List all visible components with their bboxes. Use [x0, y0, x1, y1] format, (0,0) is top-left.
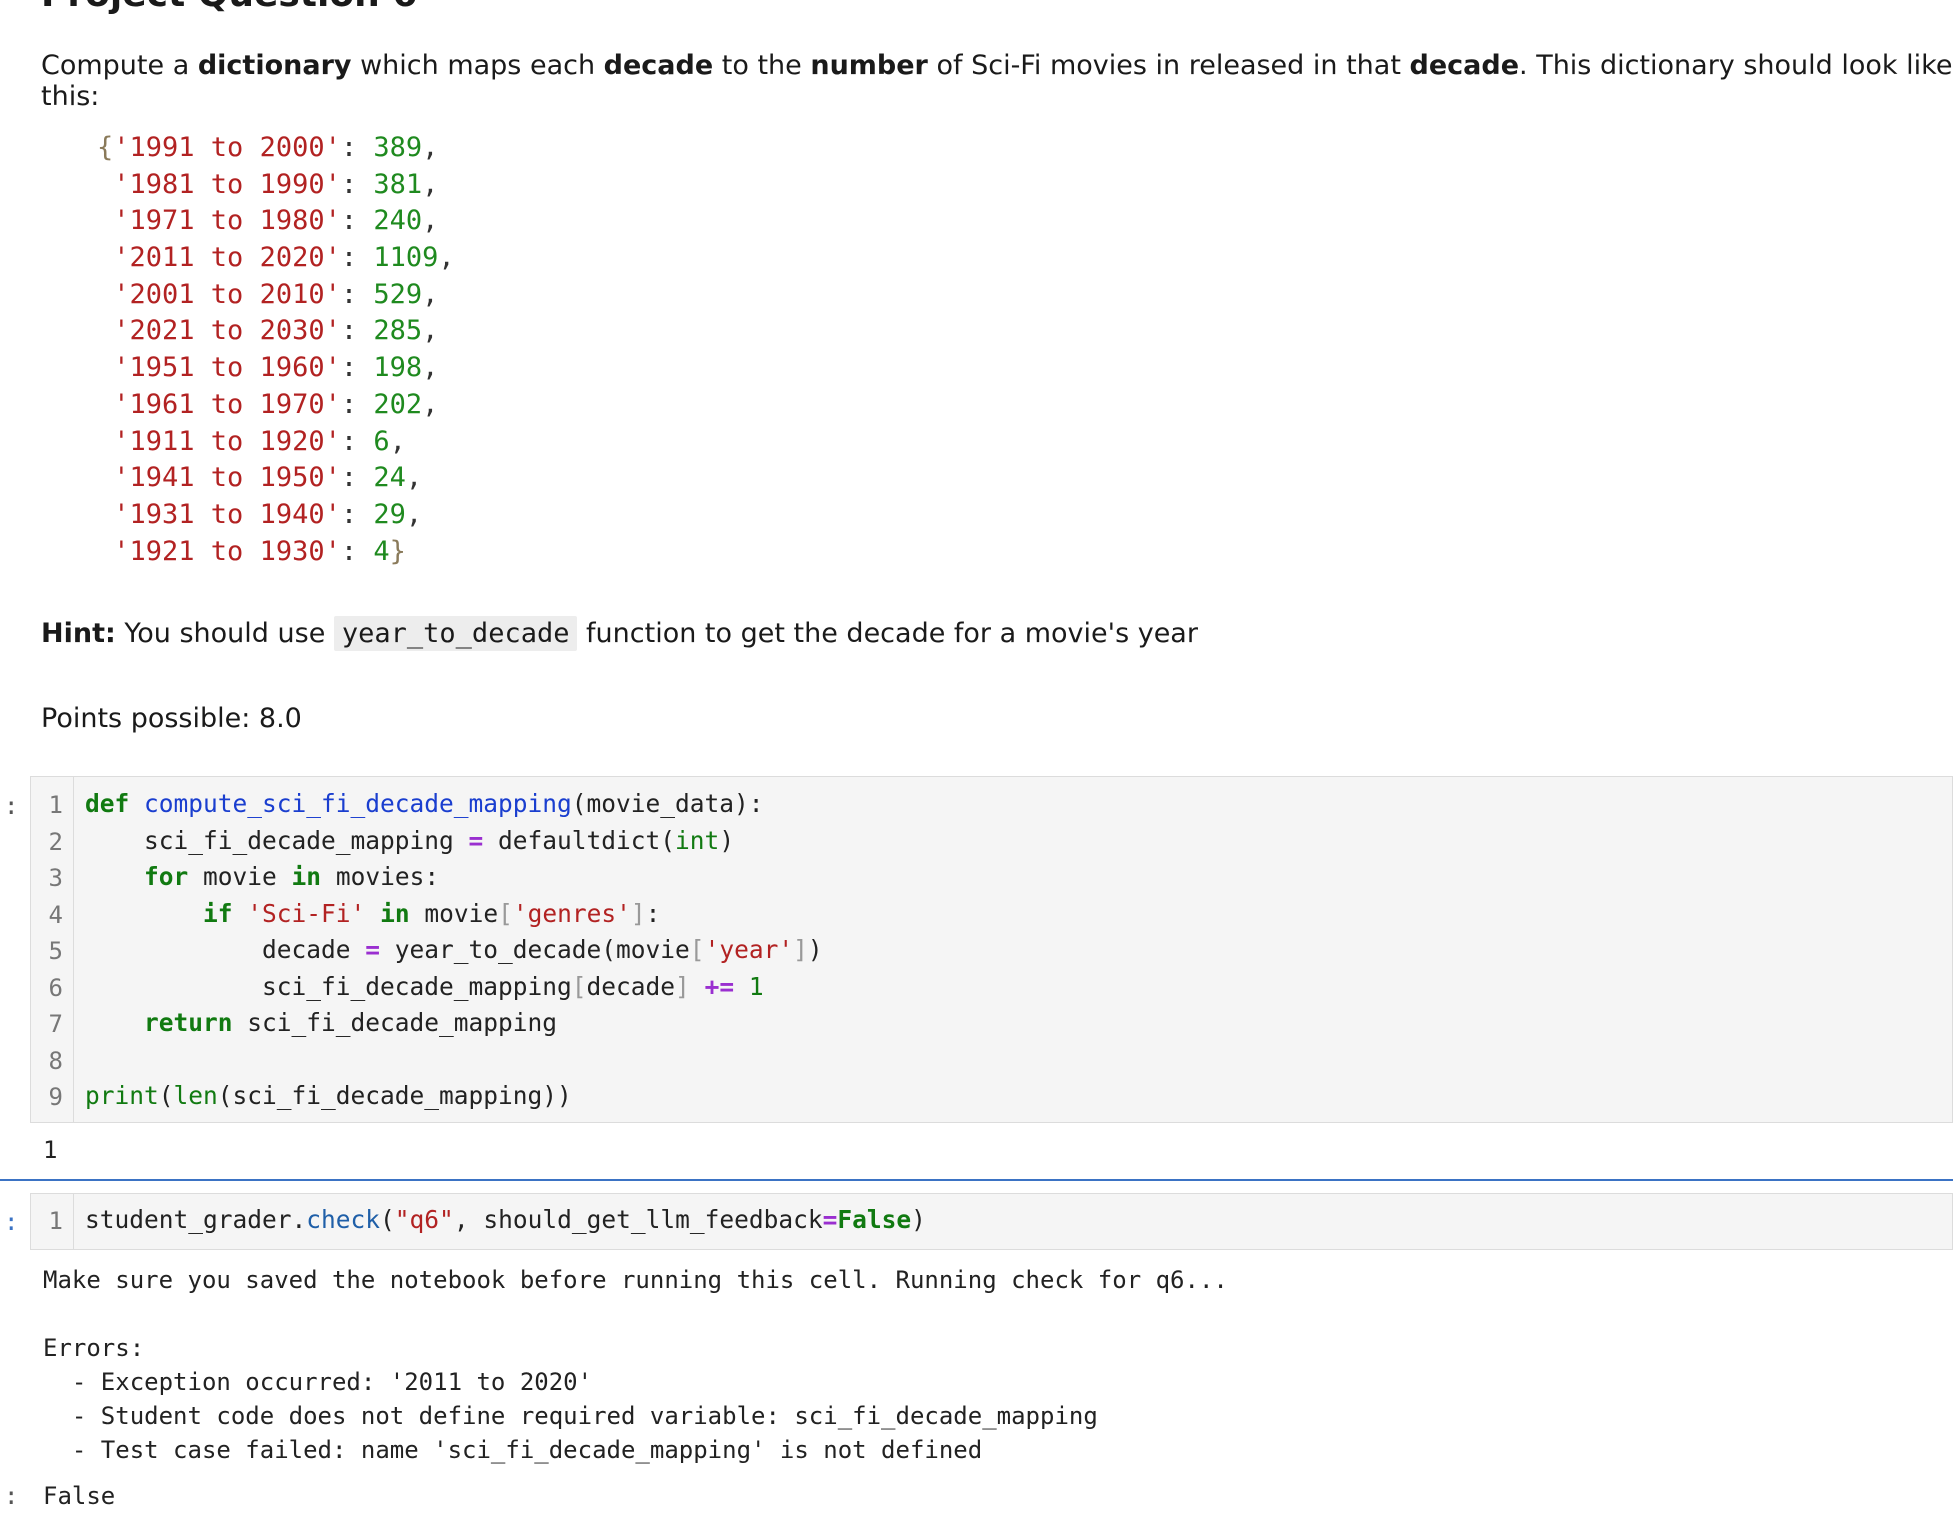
dict-key: '1971 to 1980': [113, 205, 341, 237]
dict-value: 24: [373, 462, 406, 494]
code-line[interactable]: student_grader.check("q6", should_get_ll…: [85, 1205, 926, 1234]
section-title: Project Question 6: [41, 0, 417, 15]
code-line[interactable]: sci_fi_decade_mapping = defaultdict(int): [85, 826, 734, 855]
dict-entry: '1951 to 1960': 198,: [113, 352, 439, 384]
check-output: Make sure you saved the notebook before …: [43, 1266, 1228, 1294]
line-number: 3: [48, 864, 63, 892]
line-number: 8: [48, 1046, 63, 1075]
dict-key: '2011 to 2020': [113, 242, 341, 274]
code-line[interactable]: sci_fi_decade_mapping[decade] += 1: [85, 972, 764, 1001]
line-number: 5: [48, 937, 63, 965]
check-output: - Exception occurred: '2011 to 2020': [43, 1368, 593, 1396]
dict-key: '1911 to 1920': [113, 425, 341, 457]
dict-key: '1961 to 1970': [113, 388, 341, 420]
line-number: 6: [48, 973, 63, 1002]
code-line[interactable]: if 'Sci-Fi' in movie['genres']:: [85, 899, 660, 928]
code-line[interactable]: for movie in movies:: [85, 862, 439, 891]
code-line[interactable]: decade = year_to_decade(movie['year']): [85, 935, 823, 964]
check-output: Errors:: [43, 1334, 145, 1362]
dict-value: 285: [373, 315, 423, 347]
check-output: - Test case failed: name 'sci_fi_decade_…: [43, 1436, 983, 1464]
dict-entry: '2021 to 2030': 285,: [113, 315, 439, 347]
dict-entry: '2001 to 2010': 529,: [113, 278, 439, 310]
dict-entry: '1941 to 1950': 24,: [113, 462, 423, 494]
question-description: Compute a dictionary which maps each dec…: [41, 50, 1953, 112]
example-dictionary: {'1991 to 2000': 389, '1981 to 1990': 38…: [97, 130, 455, 570]
dict-key: '1921 to 1930': [113, 535, 341, 567]
dict-key: '2001 to 2010': [113, 278, 341, 310]
selected-cell-border: [0, 1179, 1953, 1181]
dict-entry: '1961 to 1970': 202,: [113, 388, 439, 420]
dict-entry: '1971 to 1980': 240,: [113, 205, 439, 237]
code-line[interactable]: return sci_fi_decade_mapping: [85, 1008, 557, 1037]
line-number: 9: [48, 1083, 63, 1111]
line-number: 1: [48, 791, 63, 819]
dict-value: 198: [373, 352, 423, 384]
line-number-gutter: 1: [31, 1194, 74, 1249]
cell-prompt: :: [4, 792, 19, 820]
line-number: 7: [48, 1010, 63, 1038]
dict-value: 1109: [373, 242, 439, 274]
result-value: False: [43, 1482, 116, 1510]
dict-entry: '1931 to 1940': 29,: [113, 498, 423, 530]
dict-entry: '1981 to 1990': 381,: [113, 168, 439, 200]
dict-value: 202: [373, 388, 423, 420]
dict-value: 4: [373, 535, 390, 567]
dict-value: 529: [373, 278, 423, 310]
dict-entry: '1911 to 1920': 6,: [113, 425, 406, 457]
dict-value: 6: [373, 425, 390, 457]
dict-value: 29: [373, 498, 406, 530]
dict-key: '1991 to 2000': [113, 132, 341, 163]
code-cell-1[interactable]: 1 2 3 4 5 6 7 8 9 def compute_sci_fi_dec…: [30, 776, 1953, 1123]
line-number: 2: [48, 827, 63, 856]
dict-value: 240: [373, 205, 423, 237]
dict-entry: {'1991 to 2000': 389,: [97, 132, 439, 163]
dict-value: 381: [373, 168, 423, 200]
inline-code: year_to_decade: [333, 616, 578, 651]
dict-key: '1951 to 1960': [113, 352, 341, 384]
hint-text: Hint: You should use year_to_decade func…: [41, 616, 1198, 651]
code-line[interactable]: print(len(sci_fi_decade_mapping)): [85, 1081, 572, 1110]
dict-value: 389: [373, 132, 423, 163]
dict-key: '1981 to 1990': [113, 168, 341, 200]
cell-output: 1: [43, 1136, 58, 1164]
line-number: 1: [48, 1207, 63, 1235]
code-line[interactable]: def compute_sci_fi_decade_mapping(movie_…: [85, 789, 764, 818]
cell-prompt: :: [4, 1208, 19, 1236]
check-output: - Student code does not define required …: [43, 1402, 1098, 1430]
dict-key: '2021 to 2030': [113, 315, 341, 347]
result-prompt: :: [4, 1482, 19, 1510]
dict-key: '1941 to 1950': [113, 462, 341, 494]
code-cell-2[interactable]: 1 student_grader.check("q6", should_get_…: [30, 1193, 1953, 1250]
dict-key: '1931 to 1940': [113, 498, 341, 530]
dict-entry: '2011 to 2020': 1109,: [113, 242, 455, 274]
line-number: 4: [48, 900, 63, 929]
points-possible: Points possible: 8.0: [41, 703, 302, 734]
line-number-gutter: 1 2 3 4 5 6 7 8 9: [31, 777, 74, 1122]
dict-entry: '1921 to 1930': 4}: [113, 535, 406, 567]
